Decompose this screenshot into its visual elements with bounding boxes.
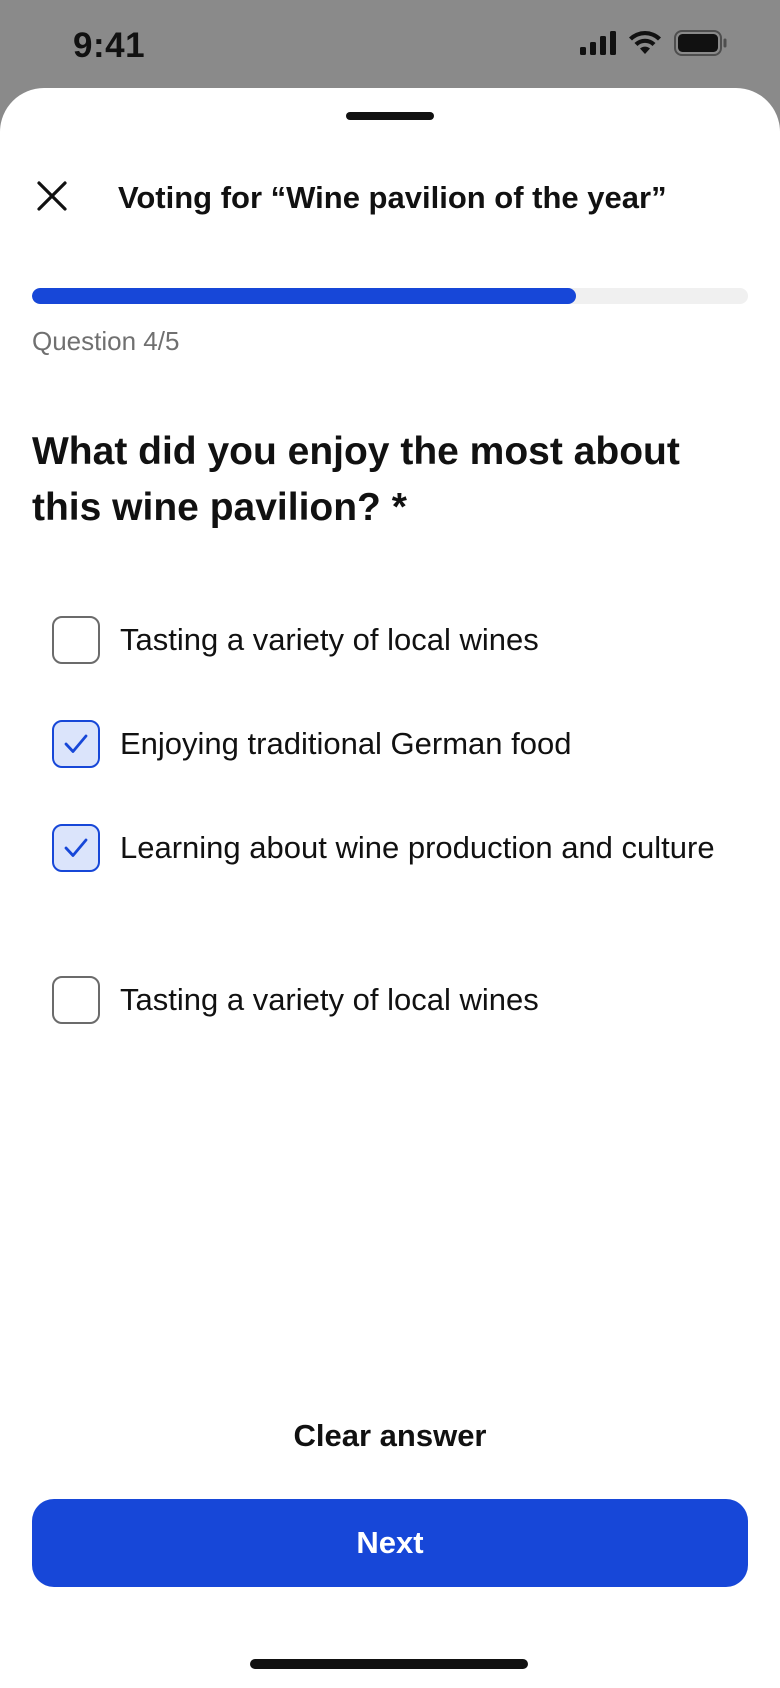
option-item[interactable]: Tasting a variety of local wines [52, 976, 752, 1024]
home-indicator [250, 1659, 528, 1669]
bottom-sheet: Voting for “Wine pavilion of the year” Q… [0, 88, 780, 1688]
option-label: Enjoying traditional German food [120, 726, 572, 761]
option-item[interactable]: Enjoying traditional German food [52, 720, 752, 768]
checkbox[interactable] [52, 720, 100, 768]
option-item[interactable]: Tasting a variety of local wines [52, 616, 752, 664]
clear-answer-button[interactable]: Clear answer [0, 1418, 780, 1454]
battery-icon [674, 30, 727, 56]
status-icons [580, 30, 728, 56]
checkbox[interactable] [52, 824, 100, 872]
progress-fill [32, 288, 577, 304]
sheet-grabber[interactable] [346, 112, 434, 120]
option-item[interactable]: Learning about wine production and cultu… [52, 824, 752, 872]
wifi-icon [629, 31, 661, 54]
checkmark-icon [64, 838, 88, 857]
screen: 9:41 Voting for “Wine pavilion of the ye… [0, 0, 780, 1688]
checkbox[interactable] [52, 976, 100, 1024]
status-time: 9:41 [73, 26, 146, 65]
checkbox[interactable] [52, 616, 100, 664]
question-text: What did you enjoy the most about this w… [32, 430, 680, 529]
close-icon [37, 181, 67, 211]
progress-bar [32, 288, 748, 304]
option-label: Learning about wine production and cultu… [120, 830, 715, 865]
close-button[interactable] [30, 174, 74, 218]
option-label: Tasting a variety of local wines [120, 982, 539, 1017]
checkmark-icon [64, 734, 88, 753]
option-label: Tasting a variety of local wines [120, 622, 539, 657]
sheet-title: Voting for “Wine pavilion of the year” [118, 180, 667, 215]
cellular-signal-icon [580, 31, 616, 55]
question-counter: Question 4/5 [32, 326, 180, 356]
next-button[interactable]: Next [32, 1499, 748, 1587]
status-bar: 9:41 [0, 0, 780, 88]
